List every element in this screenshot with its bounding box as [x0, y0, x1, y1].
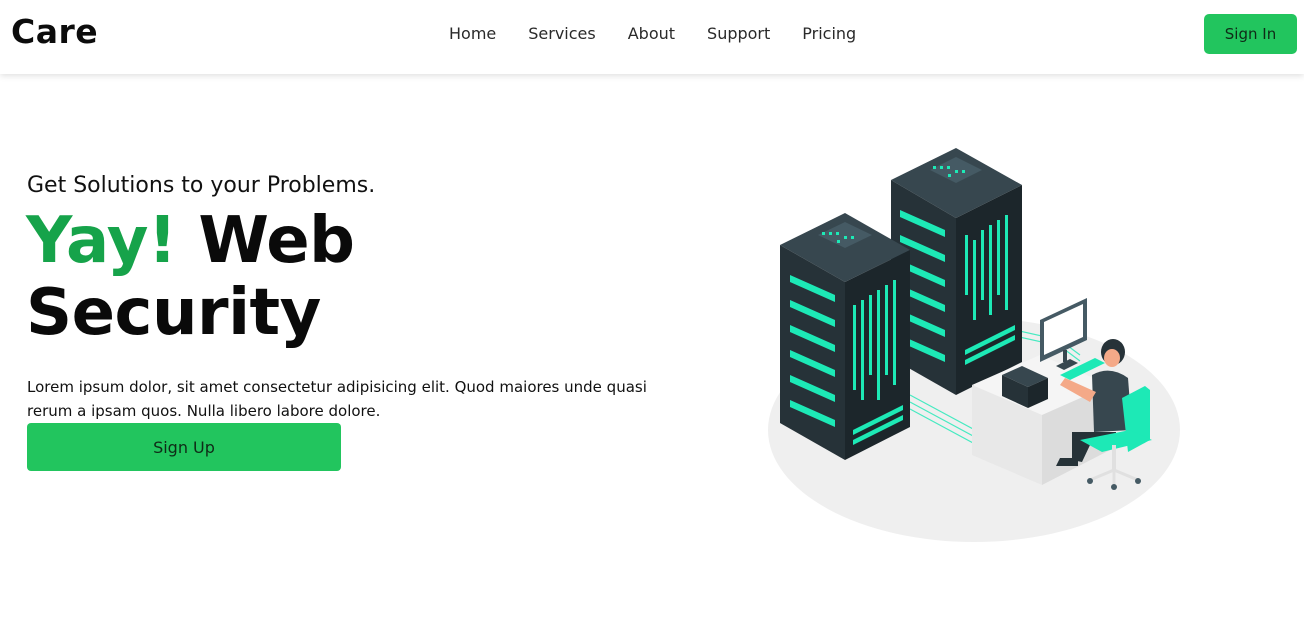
- nav-link-pricing[interactable]: Pricing: [802, 24, 856, 43]
- nav-link-support[interactable]: Support: [707, 24, 770, 43]
- nav-link-services[interactable]: Services: [528, 24, 595, 43]
- hero-title: Yay! Web Security: [26, 205, 586, 349]
- hero-description: Lorem ipsum dolor, sit amet consectetur …: [27, 378, 647, 420]
- sign-in-button[interactable]: Sign In: [1204, 14, 1297, 54]
- sign-up-button[interactable]: Sign Up: [27, 423, 341, 471]
- server-room-illustration: [768, 148, 1180, 542]
- nav-links: Home Services About Support Pricing: [449, 24, 888, 43]
- navbar: Care Home Services About Support Pricing…: [0, 0, 1304, 74]
- hero-title-accent: Yay!: [26, 204, 177, 278]
- nav-link-about[interactable]: About: [628, 24, 675, 43]
- hero-subtitle: Get Solutions to your Problems.: [27, 173, 376, 198]
- nav-link-home[interactable]: Home: [449, 24, 496, 43]
- brand-logo[interactable]: Care: [11, 12, 98, 51]
